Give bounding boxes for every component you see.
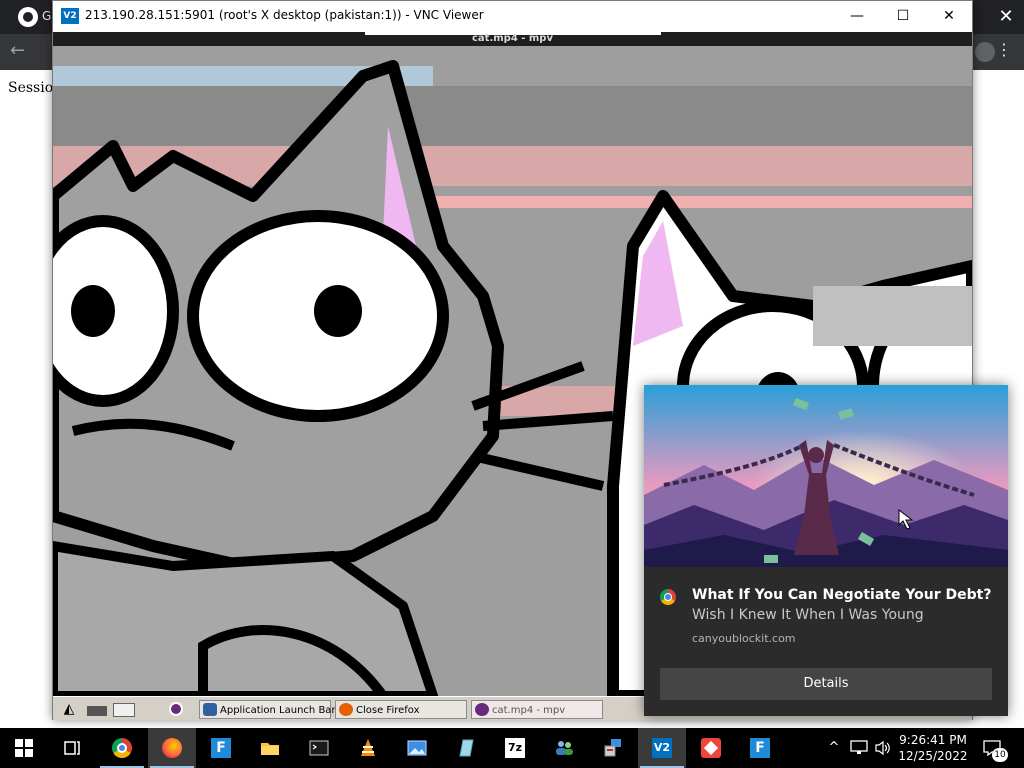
taskbar-chrome[interactable] (98, 728, 146, 768)
action-center-button[interactable]: 10 (980, 728, 1010, 768)
task-view-icon (64, 741, 80, 755)
chrome-icon (112, 738, 132, 758)
tray-chevron-icon[interactable]: ^ (826, 728, 842, 768)
windows-taskbar: F 7z V2 F ^ 9:26:41 PM 12/25/2022 10 (0, 728, 1024, 768)
close-button[interactable]: ✕ (926, 1, 972, 32)
details-button[interactable]: Details (660, 668, 992, 700)
taskbar-notes[interactable] (442, 728, 490, 768)
taskbar-vnc-viewer[interactable]: V2 (638, 728, 686, 768)
minimize-button[interactable]: — (834, 1, 880, 32)
mpv-icon (475, 703, 489, 716)
windows-icon[interactable] (113, 703, 135, 717)
users-icon (556, 741, 573, 755)
task-cat-mpv[interactable]: cat.mp4 - mpv (471, 700, 603, 719)
vnc-window-title: 213.190.28.151:5901 (root's X desktop (p… (85, 8, 484, 22)
taskbar-vlc[interactable] (344, 728, 392, 768)
lxde-menu-icon[interactable]: ◭ (55, 700, 83, 719)
image-icon (407, 740, 427, 756)
mpv-launcher-icon[interactable] (165, 700, 187, 719)
browser-tab-label[interactable]: G (42, 9, 51, 23)
notification-source: canyoublockit.com (692, 632, 796, 645)
note-icon (459, 739, 474, 757)
notification-title: What If You Can Negotiate Your Debt? (692, 587, 992, 603)
volume-icon[interactable] (874, 740, 892, 756)
task-application-launch-bar[interactable]: Application Launch Bar (199, 700, 336, 719)
github-icon (18, 7, 38, 27)
vlc-icon (361, 739, 375, 756)
system-clock[interactable]: 9:26:41 PM 12/25/2022 (896, 732, 970, 764)
monitor-icon (203, 703, 217, 716)
network-tool-icon (604, 739, 621, 757)
taskbar-firefox[interactable] (148, 728, 196, 768)
task-label: Close Firefox (356, 705, 420, 716)
desktop-icon[interactable] (87, 706, 107, 716)
task-close-firefox[interactable]: Close Firefox (335, 700, 467, 719)
taskbar-app-f[interactable]: F (197, 728, 245, 768)
taskbar-anydesk[interactable] (687, 728, 735, 768)
7zip-icon: 7z (505, 738, 525, 758)
back-arrow-icon[interactable]: ← (10, 40, 25, 61)
taskbar-network-tool[interactable] (589, 728, 637, 768)
firefox-icon (339, 703, 353, 716)
vnc-icon: V2 (652, 738, 672, 758)
notification-subtitle: Wish I Knew It When I Was Young (692, 607, 924, 623)
terminal-icon (309, 740, 329, 756)
clock-time: 9:26:41 PM (899, 733, 967, 747)
notification-hero-image (644, 385, 1008, 567)
task-label: cat.mp4 - mpv (492, 705, 566, 716)
taskbar-photos[interactable] (393, 728, 441, 768)
maximize-button[interactable]: ☐ (880, 1, 926, 32)
vnc-titlebar[interactable]: V2 213.190.28.151:5901 (root's X desktop… (53, 1, 972, 32)
folder-icon (261, 743, 279, 755)
profile-avatar[interactable] (975, 42, 995, 62)
mpv-titlebar[interactable]: cat.mp4 - mpv (53, 32, 972, 46)
task-label: Application Launch Bar (220, 705, 336, 716)
start-button[interactable] (0, 728, 48, 768)
notification-toast[interactable]: What If You Can Negotiate Your Debt? Wis… (644, 385, 1008, 716)
taskbar-terminal[interactable] (295, 728, 343, 768)
taskbar-7zip[interactable]: 7z (491, 728, 539, 768)
anydesk-icon (701, 738, 721, 758)
notification-count-badge: 10 (992, 748, 1008, 762)
taskbar-users[interactable] (540, 728, 588, 768)
chrome-icon (660, 589, 676, 605)
mpv-window-title: cat.mp4 - mpv (471, 33, 553, 44)
taskbar-file-explorer[interactable] (246, 728, 294, 768)
f-icon: F (750, 738, 770, 758)
windows-icon (15, 739, 33, 757)
firefox-icon (162, 738, 182, 758)
vnc-app-icon: V2 (61, 8, 79, 24)
browser-close-button[interactable]: ✕ (988, 2, 1024, 32)
network-icon[interactable] (850, 740, 868, 756)
clock-date: 12/25/2022 (898, 749, 968, 763)
taskbar-app-f2[interactable]: F (736, 728, 784, 768)
task-view-button[interactable] (48, 728, 96, 768)
browser-menu-icon[interactable]: ⋮ (996, 40, 1012, 59)
f-icon: F (211, 738, 231, 758)
